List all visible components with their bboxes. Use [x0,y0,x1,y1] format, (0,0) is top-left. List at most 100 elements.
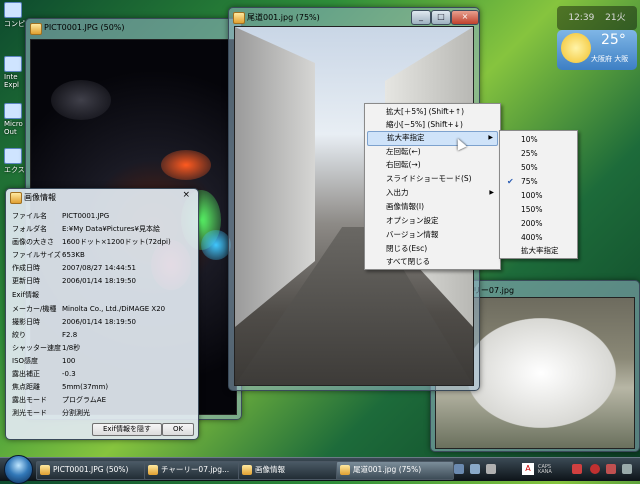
zoom-item[interactable]: 150% [502,203,575,216]
menu-item-version[interactable]: バージョン情報 [367,228,498,241]
computer-icon [4,2,22,18]
tray-icon[interactable] [590,464,600,474]
exif-row: メーカー/機種 Minolta Co., Ltd./DiMAGE X20 [12,305,166,313]
zoom-item[interactable]: 400% [502,231,575,244]
taskbar: PICT0001.JPG (50%) チャーリー07.jpg... 画像情報 尾… [0,455,640,484]
menu-item-rotate-right[interactable]: 右回転(→) [367,158,498,171]
submenu-arrow-icon: ▶ [488,134,493,141]
weather-location: 大阪府 大阪 [591,55,629,63]
menu-item-zoom-in[interactable]: 拡大[＋5%] (Shift+↑) [367,105,498,118]
app-icon [242,465,252,475]
info-row: 画像の大きさ 1600ドット×1200ドット(72dpi) [12,238,171,246]
close-button[interactable]: × [451,10,479,25]
clock-time: 12:39 [568,13,595,23]
taskbar-button-cat[interactable]: チャーリー07.jpg... [144,461,250,480]
taskbar-button-info[interactable]: 画像情報 [238,461,348,480]
tray-icon[interactable] [622,464,632,474]
checkmark-icon: ✔ [507,177,514,186]
clock-gadget[interactable]: 12:39 21火 [557,6,637,30]
info-row: フォルダ名 E:¥My Data¥Pictures¥見本絵 [12,225,160,233]
exif-row: 焦点距離 5mm(37mm) [12,383,109,391]
menu-item-rotate-left[interactable]: 左回転(←) [367,145,498,158]
exif-row: 絞り F2.8 [12,331,78,339]
zoom-submenu: 10% 25% 50% ✔ 75% 100% 150% 200% 400% 拡大率… [499,130,578,259]
tray-caps-kana: CAPS KANA [538,464,552,475]
info-row: 作成日時 2007/08/27 14:44:51 [12,264,137,272]
folder-icon [4,148,22,164]
zoom-item[interactable]: 10% [502,133,575,146]
zoom-item[interactable]: 100% [502,189,575,202]
app-icon [30,23,42,35]
system-tray: A CAPS KANA [452,462,636,477]
exif-row: 測光モード 分割測光 [12,409,90,417]
info-row: ファイルサイズ653KB [12,251,85,259]
info-row: ファイル名 PICT0001.JPG [12,212,110,220]
menu-item-io[interactable]: 入出力 ▶ [367,186,498,199]
menu-item-zoom-out[interactable]: 縮小[−5%] (Shift+↓) [367,118,498,131]
ime-icon[interactable]: A [522,463,534,475]
exif-row: シャッター速度1/8秒 [12,344,81,352]
submenu-arrow-icon: ▶ [489,189,494,196]
close-icon[interactable]: × [182,190,190,200]
app-icon [40,465,50,475]
zoom-item[interactable]: 200% [502,217,575,230]
image-info-dialog[interactable]: 画像情報 × ファイル名 PICT0001.JPG フォルダ名 E:¥My Data… [5,188,199,440]
tray-icon[interactable] [486,464,496,474]
ok-button[interactable]: OK [162,423,194,436]
info-icon [10,192,22,204]
minimize-button[interactable]: _ [411,10,431,25]
cat-body [466,318,616,428]
exif-row: 撮影日時 2006/01/14 18:19:50 [12,318,137,326]
building-left [235,27,315,327]
exif-row: 露出補正 -0.3 [12,370,76,378]
menu-item-slideshow[interactable]: スライドショーモード(S) [367,172,498,185]
exif-header: Exif情報 [12,291,39,299]
menu-item-image-info[interactable]: 画像情報(I) [367,200,498,213]
outlook-icon [4,103,22,119]
info-row: 更新日時 2006/01/14 18:19:50 [12,277,137,285]
menu-item-close[interactable]: 閉じる(Esc) [367,242,498,255]
app-icon [233,12,245,24]
clock-date: 21火 [605,13,626,23]
tray-icon[interactable] [470,464,480,474]
title-bar[interactable]: 尾道001.jpg (75%) _ □ × [229,8,479,28]
taskbar-button-pict0001[interactable]: PICT0001.JPG (50%) [36,461,156,480]
taskbar-button-label: 尾道001.jpg (75%) [353,465,422,474]
zoom-item-selected[interactable]: ✔ 75% [502,175,575,188]
dialog-title: 画像情報 [24,193,56,202]
taskbar-button-main[interactable]: 尾道001.jpg (75%) [336,461,454,480]
zoom-item[interactable]: 50% [502,161,575,174]
tray-icon[interactable] [454,464,464,474]
hide-exif-button[interactable]: Exif情報を隠す [92,423,162,436]
zoom-item[interactable]: 25% [502,147,575,160]
zoom-item-custom[interactable]: 拡大率指定 [502,244,575,257]
tray-icon[interactable] [606,464,616,474]
menu-item-label: 入出力 [386,188,409,197]
app-icon [340,465,350,475]
ie-icon [4,56,22,72]
title-bar[interactable]: PICT0001.JPG (50%) [26,19,241,39]
sun-icon [561,33,591,63]
window-controls: _ □ × [411,10,479,25]
taskbar-button-label: PICT0001.JPG (50%) [53,465,129,474]
weather-gadget[interactable]: 25° 大阪府 大阪 [557,30,637,70]
context-menu: 拡大[＋5%] (Shift+↑) 縮小[−5%] (Shift+↓) 拡大率指… [364,103,501,270]
exif-row: 露出モード プログラムAE [12,396,107,404]
window-title: PICT0001.JPG (50%) [44,23,125,32]
menu-item-close-all[interactable]: すべて閉じる [367,255,498,268]
menu-item-zoom-ratio[interactable]: 拡大率指定 ▶ [367,131,498,146]
title-bar[interactable]: 画像情報 × [6,189,198,205]
taskbar-button-label: 画像情報 [255,465,285,474]
maximize-button[interactable]: □ [431,10,451,25]
desktop-icon-label: エクス [4,166,25,174]
window-title: 尾道001.jpg (75%) [247,13,320,22]
menu-item-options[interactable]: オプション設定 [367,214,498,227]
zoom-item-label: 75% [521,177,538,186]
menu-item-label: 拡大率指定 [387,133,425,142]
desktop-icon-label: Inte Expl [4,73,19,89]
desktop-icon-label: コンピ [4,20,25,28]
tray-icon[interactable] [572,464,582,474]
exif-row: ISO感度 100 [12,357,76,365]
weather-temp: 25° [601,32,626,48]
app-icon [148,465,158,475]
